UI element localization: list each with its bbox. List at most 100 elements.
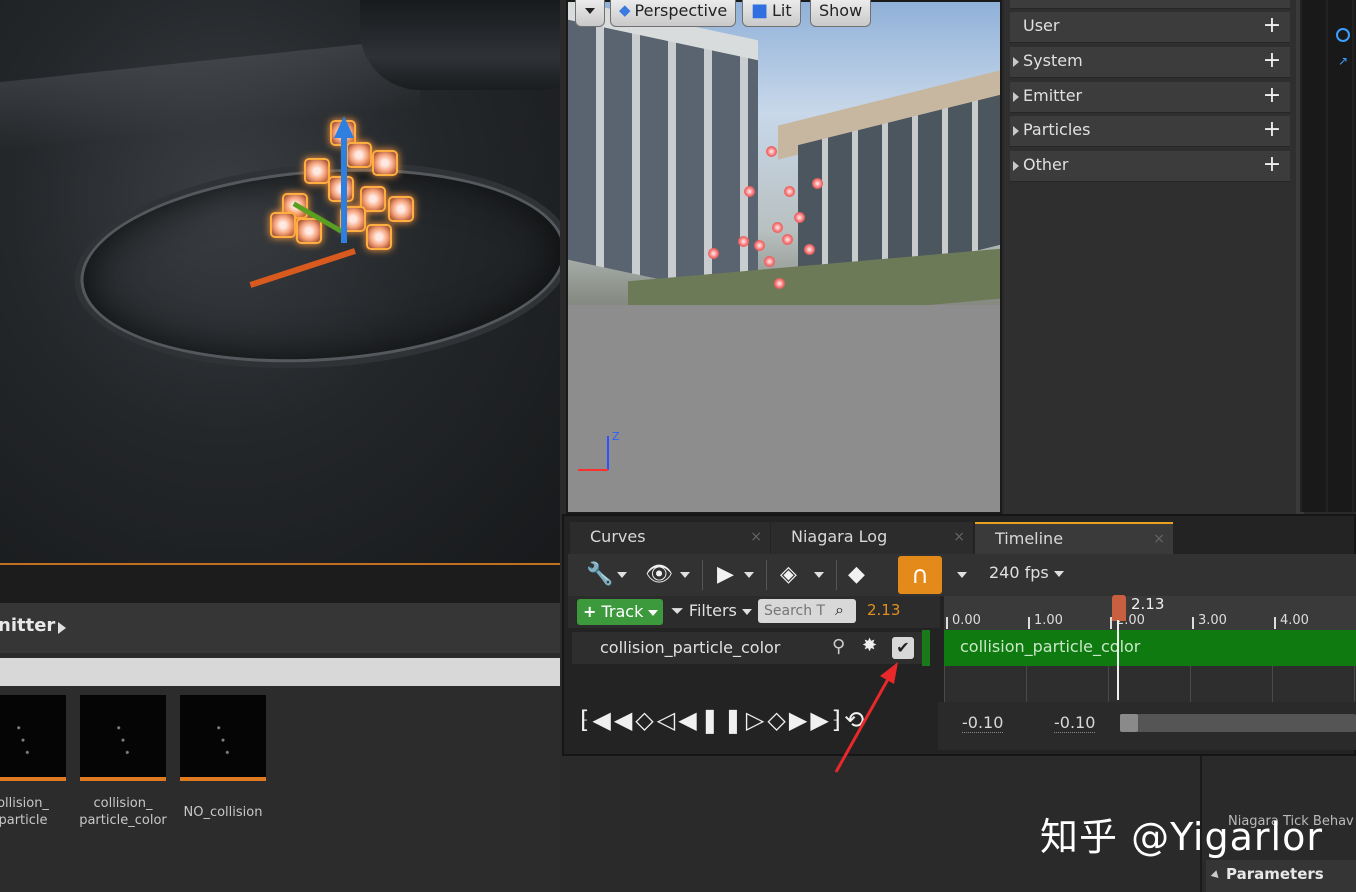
chevron-right-icon[interactable] — [58, 622, 66, 634]
add-icon[interactable]: + — [1260, 119, 1284, 143]
node-graph-panel[interactable] — [1300, 0, 1356, 512]
add-icon[interactable]: + — [1260, 85, 1284, 109]
chevron-down-icon — [648, 609, 659, 616]
param-category-other[interactable]: Other + — [1010, 151, 1290, 182]
chevron-down-icon[interactable] — [680, 572, 690, 578]
expand-arrow-icon[interactable] — [1013, 161, 1019, 171]
step-forward-frame-icon[interactable]: ▷ — [746, 706, 767, 734]
asset-thumbnail[interactable] — [180, 695, 266, 781]
track-button-label: Track — [601, 602, 644, 621]
expand-arrow-icon[interactable] — [1013, 126, 1019, 136]
perspective-button[interactable]: ◆ Perspective — [610, 0, 737, 27]
chevron-down-icon[interactable] — [957, 572, 967, 578]
particle-sprite — [270, 212, 296, 238]
timeline-empty-lane[interactable] — [944, 666, 1356, 702]
add-track-button[interactable]: + Track — [577, 599, 663, 625]
step-back-frame-icon[interactable]: ◁ — [657, 706, 678, 734]
magnet-icon: ∩ — [911, 561, 929, 589]
close-icon[interactable]: × — [750, 522, 762, 552]
horizontal-scrollbar[interactable] — [0, 658, 560, 686]
filters-label: Filters — [688, 601, 737, 620]
param-category-user[interactable]: User + — [1010, 12, 1290, 43]
ruler-tick-label: 0.00 — [952, 613, 981, 628]
viewport-options-button[interactable] — [575, 0, 605, 27]
tab-niagara-log[interactable]: Niagara Log × — [771, 522, 973, 554]
eye-icon[interactable]: 👁 — [645, 560, 673, 590]
ruler-tick — [1028, 617, 1030, 629]
add-icon[interactable]: + — [1260, 15, 1284, 39]
tab-label: Niagara Log — [791, 527, 888, 546]
particle-sprite — [372, 150, 398, 176]
snap-magnet-button[interactable]: ∩ — [898, 556, 942, 594]
add-icon[interactable]: + — [1260, 154, 1284, 178]
key-icon[interactable]: ◈ — [780, 560, 797, 590]
param-category-emitter[interactable]: Emitter + — [1010, 82, 1290, 113]
parameters-section-label: Parameters — [1226, 865, 1324, 883]
range-start-field[interactable]: -0.10 — [962, 713, 1004, 733]
track-name: collision_particle_color — [600, 638, 781, 657]
add-icon[interactable]: + — [1260, 50, 1284, 74]
axis-z-indicator — [607, 436, 609, 470]
axis-x-indicator — [578, 469, 608, 471]
toolbar-separator — [766, 560, 767, 590]
param-category-label: Other — [1023, 155, 1069, 174]
filters-button[interactable]: ⏷ Filters — [671, 601, 752, 621]
tab-curves[interactable]: Curves × — [570, 522, 770, 554]
particle-preview — [180, 695, 266, 777]
diamond-tag-icon[interactable]: ◆ — [848, 560, 865, 590]
particle-sprite — [388, 196, 414, 222]
particle-preview — [80, 695, 166, 777]
chevron-down-icon[interactable] — [617, 572, 627, 578]
param-category-particles[interactable]: Particles + — [1010, 116, 1290, 147]
viewport-light-reflection — [0, 37, 420, 153]
current-time-readout[interactable]: 2.13 — [867, 601, 900, 619]
playhead-time-label: 2.13 — [1131, 595, 1165, 613]
transform-gizmo-z-axis[interactable] — [341, 125, 347, 243]
preview-viewport-frame — [566, 0, 1002, 514]
pause-icon[interactable]: ❚❚ — [700, 706, 746, 734]
node-pin-icon[interactable] — [1336, 28, 1350, 42]
lit-button[interactable]: ■ Lit — [742, 0, 801, 27]
tab-timeline[interactable]: Timeline × — [975, 522, 1173, 554]
close-icon[interactable]: × — [1153, 524, 1165, 554]
search-icon[interactable]: ⌕ — [835, 600, 844, 620]
range-end-field[interactable]: -0.10 — [1054, 713, 1096, 733]
ruler-tick-label: 3.00 — [1198, 613, 1227, 628]
perspective-label: Perspective — [634, 1, 728, 20]
next-key-icon[interactable]: ◇ — [767, 706, 788, 734]
playhead-handle[interactable] — [1112, 595, 1126, 621]
param-row-top — [1010, 0, 1290, 9]
emitter-panel-title: nitter — [0, 615, 56, 636]
particle-sprite — [366, 224, 392, 250]
particle-sprite — [346, 142, 372, 168]
asset-thumbnail[interactable] — [0, 695, 66, 781]
asset-thumbnail[interactable] — [80, 695, 166, 781]
param-category-label: Particles — [1023, 120, 1091, 139]
expand-arrow-icon[interactable] — [1013, 92, 1019, 102]
range-scrollbar[interactable] — [1120, 714, 1356, 732]
chevron-down-icon[interactable] — [814, 572, 824, 578]
asset-label: NO_collision — [183, 805, 263, 820]
emitter-panel-header — [0, 603, 560, 653]
tab-label: Timeline — [995, 529, 1064, 548]
ruler-tick — [1192, 617, 1194, 629]
editor-viewport[interactable] — [0, 0, 560, 565]
close-icon[interactable]: × — [953, 522, 965, 552]
chevron-down-icon — [741, 608, 752, 615]
chevron-down-icon[interactable] — [744, 572, 754, 578]
play-icon[interactable]: ▶ — [717, 560, 734, 590]
wrench-icon[interactable]: 🔧 — [586, 560, 613, 590]
show-button[interactable]: Show — [810, 0, 872, 27]
gizmo-arrow-icon[interactable] — [334, 116, 354, 138]
play-reverse-icon[interactable]: ◀ — [678, 706, 699, 734]
jump-to-start-icon[interactable]: ⁅ — [580, 706, 592, 734]
ruler-tick — [946, 617, 948, 629]
expand-arrow-icon[interactable] — [1013, 57, 1019, 67]
plus-icon: + — [583, 602, 597, 621]
prev-key-icon[interactable]: ◇ — [635, 706, 656, 734]
param-category-system[interactable]: System + — [1010, 47, 1290, 78]
range-scrollbar-thumb[interactable] — [1120, 714, 1138, 732]
fps-dropdown[interactable]: 240 fps — [989, 563, 1064, 582]
track-color-strip — [922, 630, 930, 666]
step-back-key-icon[interactable]: ◀◀ — [592, 706, 635, 734]
